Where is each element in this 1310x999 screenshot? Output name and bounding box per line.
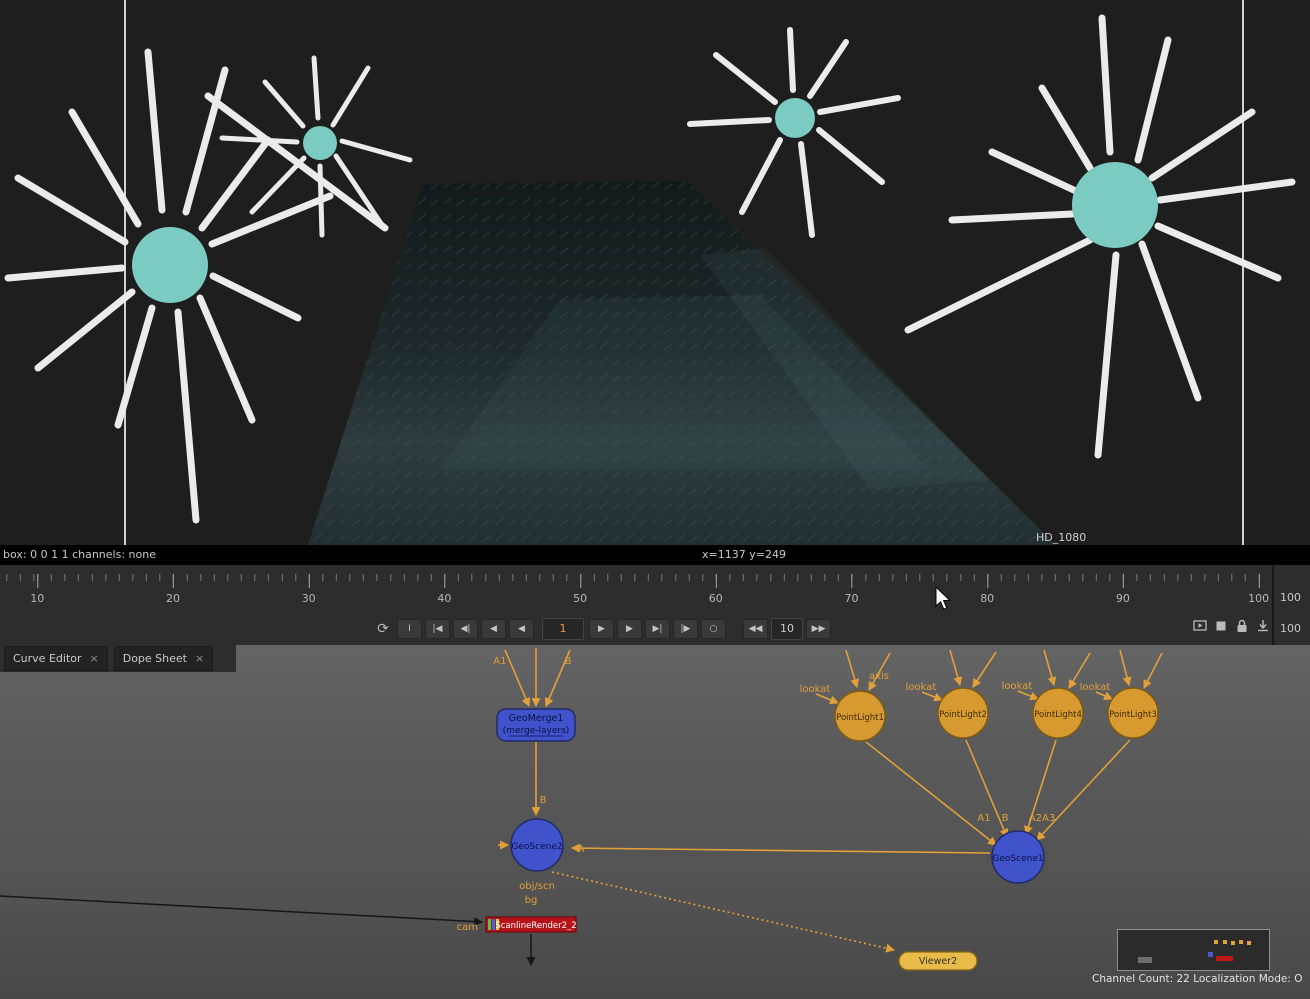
svg-text:lookat: lookat [1080, 682, 1111, 693]
stop-icon[interactable] [1213, 618, 1229, 634]
ruler-major-ticks [0, 574, 1266, 588]
goto-start-button[interactable]: |◀ [425, 619, 450, 639]
ruler-tick-label: 10 [30, 592, 44, 605]
bbox-channels-label: box: 0 0 1 1 channels: none [0, 548, 156, 561]
save-icon[interactable] [1255, 618, 1271, 634]
node-graph-minimap[interactable] [1117, 929, 1270, 971]
close-icon[interactable]: × [195, 652, 204, 665]
prev-keyframe-button[interactable]: ◀| [453, 619, 478, 639]
svg-text:B: B [540, 795, 547, 806]
node-graph[interactable]: A1 B B A obj/scn bg cam lookat lookat lo… [0, 645, 1310, 999]
tab-label: Curve Editor [13, 652, 82, 665]
svg-text:Viewer2: Viewer2 [919, 956, 957, 967]
ruler-tick-label: 50 [573, 592, 587, 605]
node-geoscene2[interactable]: GeoScene2 [511, 819, 563, 871]
svg-text:PointLight4: PointLight4 [1034, 710, 1082, 720]
viewer-status-bar: box: 0 0 1 1 channels: none x=1137 y=249 [0, 545, 1310, 565]
svg-text:axis: axis [869, 671, 889, 682]
range-end-field-bottom[interactable]: 100 [1274, 622, 1310, 635]
ruler-tick-label: 100 [1248, 592, 1269, 605]
mouse-cursor [934, 586, 954, 612]
range-end-field-top[interactable]: 100 [1274, 591, 1310, 604]
ruler-tick-label: 40 [437, 592, 451, 605]
io-range-button[interactable]: I [397, 619, 422, 639]
channel-count-status: Channel Count: 22 Localization Mode: O [1092, 973, 1302, 985]
svg-text:B: B [565, 656, 572, 667]
svg-text:A1: A1 [493, 656, 506, 667]
ruler-tick-label: 30 [302, 592, 316, 605]
cursor-coordinates: x=1137 y=249 [702, 545, 786, 565]
edge-labels: A1 B B A obj/scn bg cam lookat lookat lo… [457, 656, 1111, 933]
monitor-play-icon[interactable] [1192, 618, 1208, 634]
lock-icon[interactable] [1234, 618, 1250, 634]
transport-controls: ⟳ I |◀ ◀| ◀ ◀ 1 ▶ ▶ ▶| |▶ ○ ◀◀ 10 ▶▶ [0, 612, 1272, 645]
play-forward-button[interactable]: ▶ [589, 619, 614, 639]
jump-back-button[interactable]: ◀◀ [743, 619, 768, 639]
cycle-playback-icon[interactable]: ⟳ [372, 619, 394, 639]
ruler-tick-label: 90 [1116, 592, 1130, 605]
format-label: HD_1080 [1036, 531, 1086, 544]
svg-text:obj/scn: obj/scn [519, 881, 555, 892]
next-keyframe-button[interactable]: ▶| [645, 619, 670, 639]
point-light-sphere [132, 227, 208, 303]
ruler-tick-label: 80 [980, 592, 994, 605]
svg-text:PointLight3: PointLight3 [1109, 710, 1157, 720]
node-edges-dark [0, 896, 531, 965]
play-backward-button[interactable]: ◀ [509, 619, 534, 639]
step-forward-button[interactable]: ▶ [617, 619, 642, 639]
svg-text:ScanlineRender2_2: ScanlineRender2_2 [495, 921, 576, 931]
loop-mode-button[interactable]: ○ [701, 619, 726, 639]
svg-text:GeoScene1: GeoScene1 [992, 854, 1043, 864]
frame-range-panel: 100 100 [1272, 565, 1310, 645]
svg-text:B: B [1002, 813, 1009, 824]
point-light-sphere [1072, 162, 1158, 248]
ruler-labels: 10 20 30 40 50 60 70 80 90 100 [0, 592, 1272, 606]
svg-text:lookat: lookat [800, 684, 831, 695]
current-frame-field[interactable]: 1 [542, 618, 584, 640]
svg-text:PointLight1: PointLight1 [836, 713, 884, 723]
ruler-tick-label: 70 [845, 592, 859, 605]
svg-text:A1: A1 [977, 813, 990, 824]
tab-dope-sheet[interactable]: Dope Sheet × [114, 646, 213, 671]
point-light-sphere [775, 98, 815, 138]
nuke-window: HD_1080 box: 0 0 1 1 channels: none x=11… [0, 0, 1310, 999]
svg-text:(merge-layers): (merge-layers) [503, 726, 570, 736]
svg-text:lookat: lookat [906, 682, 937, 693]
node-pointlight4[interactable]: PointLight4 [1033, 688, 1083, 738]
step-back-button[interactable]: ◀ [481, 619, 506, 639]
node-pointlight2[interactable]: PointLight2 [938, 688, 988, 738]
tab-label: Dope Sheet [123, 652, 187, 665]
node-geomerge1[interactable]: GeoMerge1 (merge-layers) [497, 709, 575, 741]
svg-text:GeoScene2: GeoScene2 [511, 842, 562, 852]
point-light-sphere [303, 126, 337, 160]
close-icon[interactable]: × [90, 652, 99, 665]
jump-forward-button[interactable]: ▶▶ [806, 619, 831, 639]
tab-curve-editor[interactable]: Curve Editor × [4, 646, 108, 671]
ruler-tick-label: 60 [709, 592, 723, 605]
svg-text:A2A3: A2A3 [1029, 813, 1055, 824]
timeline-ruler[interactable]: 10 20 30 40 50 60 70 80 90 100 [0, 565, 1272, 613]
node-pointlight3[interactable]: PointLight3 [1108, 688, 1158, 738]
goto-end-button[interactable]: |▶ [673, 619, 698, 639]
node-geoscene1[interactable]: GeoScene1 [992, 831, 1044, 883]
svg-text:GeoMerge1: GeoMerge1 [509, 713, 564, 724]
svg-text:lookat: lookat [1002, 681, 1033, 692]
node-pointlight1[interactable]: PointLight1 [835, 691, 885, 741]
svg-text:cam: cam [457, 922, 478, 933]
frame-increment-field[interactable]: 10 [771, 618, 803, 640]
pane-tabs: Curve Editor × Dope Sheet × [0, 645, 236, 672]
svg-text:PointLight2: PointLight2 [939, 710, 987, 720]
svg-text:bg: bg [525, 895, 538, 906]
viewer-3d[interactable]: HD_1080 [0, 0, 1310, 545]
node-viewer2[interactable]: Viewer2 [899, 952, 977, 970]
svg-text:A: A [578, 844, 585, 855]
node-scanlinerender2[interactable]: ScanlineRender2_2 [486, 917, 577, 932]
ruler-tick-label: 20 [166, 592, 180, 605]
